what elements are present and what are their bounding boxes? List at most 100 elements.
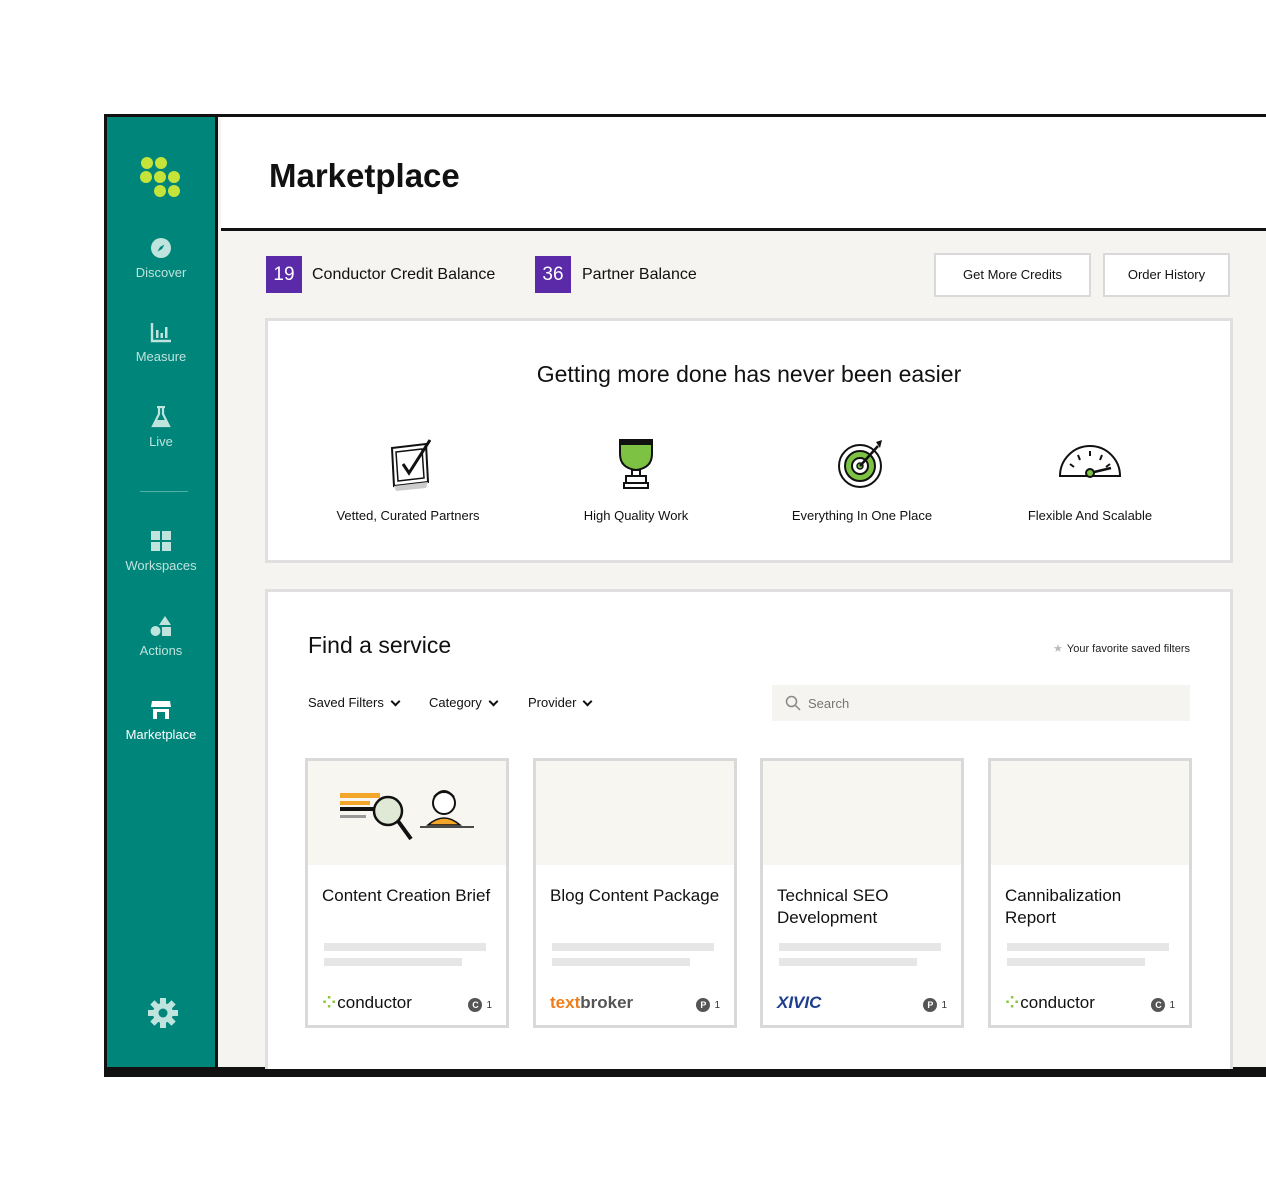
provider-name-part: text: [550, 993, 581, 1012]
card-title: Technical SEO Development: [777, 886, 889, 927]
shapes-icon: [150, 616, 171, 636]
sidebar-item-actions[interactable]: Actions: [107, 615, 215, 658]
placeholder-line: [324, 943, 486, 951]
sidebar-item-discover[interactable]: Discover: [107, 237, 215, 280]
get-more-credits-button[interactable]: Get More Credits: [934, 253, 1091, 297]
credit-cost: C1: [468, 998, 492, 1012]
sidebar-item-label: Marketplace: [125, 727, 197, 742]
sidebar: Discover Measure Live Workspaces Actions…: [107, 117, 218, 1067]
sidebar-item-marketplace[interactable]: Marketplace: [107, 699, 215, 742]
service-card-cannibalization-report[interactable]: Cannibalization Report ⁘ conductor C1: [988, 758, 1192, 1028]
flask-icon: [151, 406, 171, 428]
page-title: Marketplace: [269, 157, 460, 194]
provider-logo-conductor: ⁘ conductor: [1005, 993, 1095, 1013]
service-card-content-creation-brief[interactable]: Content Creation Brief ⁘ conductor C1: [305, 758, 509, 1028]
compass-icon: [151, 238, 171, 258]
card-thumbnail: [991, 761, 1189, 865]
conductor-credit-label: Conductor Credit Balance: [312, 266, 496, 283]
credit-count: 1: [1169, 1000, 1175, 1011]
favorite-filters-label: Your favorite saved filters: [1066, 643, 1190, 655]
provider-dropdown[interactable]: Provider: [528, 695, 593, 710]
sidebar-item-measure[interactable]: Measure: [107, 321, 215, 364]
credit-count: 1: [714, 1000, 720, 1011]
benefits-title: Getting more done has never been easier: [536, 361, 962, 387]
service-card-technical-seo-development[interactable]: Technical SEO Development XIVIC P1: [760, 758, 964, 1028]
find-service-panel: Find a service ★ Your favorite saved filt…: [265, 589, 1233, 1069]
credit-count: 1: [486, 1000, 492, 1011]
feature-one-place: Everything In One Place: [752, 436, 972, 523]
chevron-down-icon: [488, 696, 499, 707]
search-icon: [785, 695, 801, 711]
filter-label: Category: [429, 695, 482, 710]
sidebar-item-live[interactable]: Live: [107, 406, 215, 449]
feature-label: High Quality Work: [583, 508, 689, 523]
sidebar-item-workspaces[interactable]: Workspaces: [107, 530, 215, 573]
bar-chart-icon: [150, 323, 171, 343]
search-box: [772, 685, 1190, 721]
chevron-down-icon: [582, 696, 593, 707]
benefits-panel: Getting more done has never been easier …: [265, 318, 1233, 563]
filter-label: Provider: [528, 695, 577, 710]
sidebar-item-label: Actions: [139, 643, 183, 658]
sidebar-item-label: Measure: [135, 349, 187, 364]
provider-logo-xivic: XIVIC: [777, 993, 822, 1012]
credit-cost: P1: [696, 998, 720, 1012]
gear-icon[interactable]: [147, 997, 179, 1029]
placeholder-line: [779, 958, 917, 966]
placeholder-line: [1007, 943, 1169, 951]
provider-name-part: broker: [580, 993, 634, 1012]
placeholder-line: [552, 943, 714, 951]
partner-balance-label: Partner Balance: [582, 266, 697, 283]
grid-icon: [151, 531, 171, 551]
service-card-blog-content-package[interactable]: Blog Content Package textbroker P1: [533, 758, 737, 1028]
conductor-credit-badge: 19: [266, 256, 302, 293]
page-header: Marketplace: [221, 117, 1266, 231]
credit-count: 1: [941, 1000, 947, 1011]
magnifier-illustration-icon: [340, 790, 474, 841]
credit-cost: P1: [923, 998, 947, 1012]
target-icon: [838, 440, 882, 488]
favorite-saved-filters-link[interactable]: ★ Your favorite saved filters: [1053, 642, 1190, 655]
feature-label: Everything In One Place: [791, 508, 933, 523]
gauge-icon: [1058, 445, 1122, 478]
provider-logo-textbroker: textbroker: [550, 993, 633, 1013]
find-service-title: Find a service: [308, 632, 452, 658]
conductor-logo-icon[interactable]: [140, 155, 185, 199]
placeholder-line: [552, 958, 690, 966]
feature-label: Flexible And Scalable: [1027, 508, 1153, 523]
provider-name: conductor: [337, 993, 412, 1012]
placeholder-line: [1007, 958, 1145, 966]
category-dropdown[interactable]: Category: [429, 695, 499, 710]
star-icon: ★: [1053, 643, 1063, 655]
conductor-mark-icon: ⁘: [322, 993, 336, 1012]
credit-cost: C1: [1151, 998, 1175, 1012]
order-history-button[interactable]: Order History: [1103, 253, 1230, 297]
feature-label: Vetted, Curated Partners: [336, 508, 480, 523]
feature-quality-work: High Quality Work: [526, 436, 746, 523]
credit-type-badge: C: [1151, 998, 1166, 1012]
store-icon: [151, 701, 171, 719]
card-title: Content Creation Brief: [322, 886, 491, 905]
credit-type-badge: P: [923, 998, 938, 1012]
sidebar-divider: [140, 491, 188, 492]
filter-label: Saved Filters: [308, 695, 384, 710]
saved-filters-dropdown[interactable]: Saved Filters: [308, 695, 401, 710]
credit-type-badge: C: [468, 998, 483, 1012]
sidebar-item-label: Workspaces: [125, 558, 197, 573]
card-thumbnail: [763, 761, 961, 865]
search-input[interactable]: [808, 685, 1178, 721]
provider-name: conductor: [1020, 993, 1095, 1012]
card-title: Cannibalization Report: [1005, 886, 1122, 927]
chevron-down-icon: [390, 696, 401, 707]
sidebar-item-label: Live: [149, 434, 173, 449]
card-thumbnail: [308, 761, 506, 865]
sidebar-item-label: Discover: [135, 265, 187, 280]
credit-type-badge: P: [696, 998, 711, 1012]
card-thumbnail: [536, 761, 734, 865]
placeholder-line: [324, 958, 462, 966]
conductor-mark-icon: ⁘: [1005, 993, 1019, 1012]
placeholder-line: [779, 943, 941, 951]
card-title: Blog Content Package: [550, 886, 720, 905]
provider-logo-conductor: ⁘ conductor: [322, 993, 412, 1013]
feature-vetted-partners: Vetted, Curated Partners: [298, 436, 518, 523]
